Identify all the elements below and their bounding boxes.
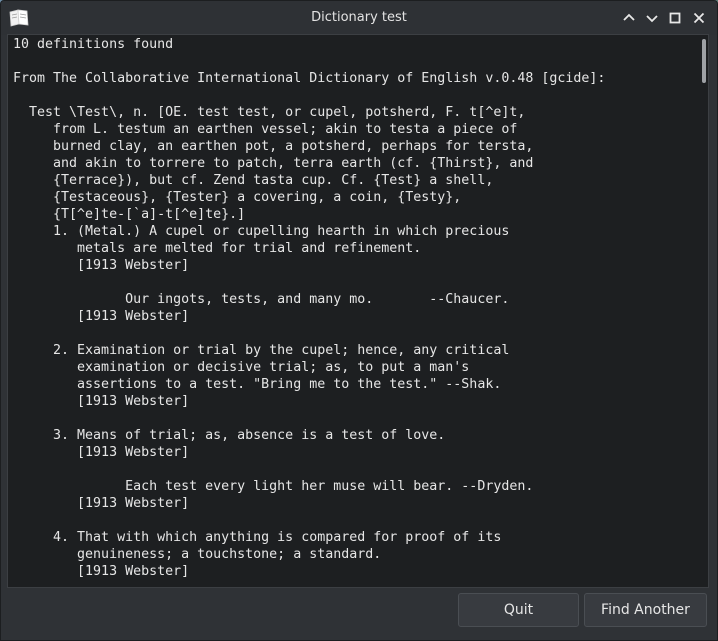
dictionary-window: Dictionary test 10 definitions found Fro… <box>0 0 718 641</box>
maximize-icon[interactable] <box>666 9 684 27</box>
title-bar[interactable]: Dictionary test <box>1 1 717 35</box>
vertical-scrollbar[interactable] <box>698 35 708 587</box>
quit-button[interactable]: Quit <box>458 593 579 627</box>
chevron-down-icon[interactable] <box>643 9 661 27</box>
scrollbar-thumb[interactable] <box>702 39 706 83</box>
window-title: Dictionary test <box>311 10 407 25</box>
find-another-button[interactable]: Find Another <box>584 593 707 627</box>
definition-text-area[interactable]: 10 definitions found From The Collaborat… <box>7 34 709 588</box>
definition-text: 10 definitions found From The Collaborat… <box>13 37 606 579</box>
chevron-up-icon[interactable] <box>620 9 638 27</box>
close-icon[interactable] <box>690 9 708 27</box>
